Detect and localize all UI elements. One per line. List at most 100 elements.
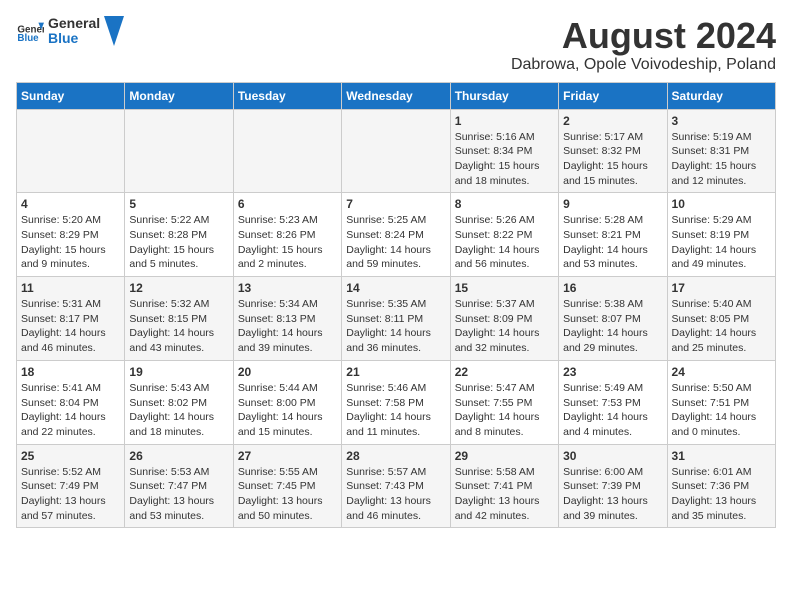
day-cell: 2 Sunrise: 5:17 AMSunset: 8:32 PMDaylight… bbox=[559, 109, 667, 193]
logo-general: General bbox=[48, 16, 100, 31]
day-info-line: Sunset: 8:09 PM bbox=[455, 312, 554, 327]
day-number: 25 bbox=[21, 449, 120, 463]
day-info-line: Sunset: 8:17 PM bbox=[21, 312, 120, 327]
day-info-line: Sunrise: 5:40 AM bbox=[672, 297, 771, 312]
day-number: 16 bbox=[563, 281, 662, 295]
day-info-line: Daylight: 14 hours and 59 minutes. bbox=[346, 243, 445, 272]
day-header-monday: Monday bbox=[125, 82, 233, 109]
day-info-line: Daylight: 14 hours and 56 minutes. bbox=[455, 243, 554, 272]
day-info: Sunrise: 5:58 AMSunset: 7:41 PMDaylight:… bbox=[455, 465, 554, 524]
day-info-line: Sunset: 7:36 PM bbox=[672, 479, 771, 494]
subtitle: Dabrowa, Opole Voivodeship, Poland bbox=[511, 56, 776, 74]
logo-triangle-icon bbox=[104, 16, 124, 46]
day-number: 19 bbox=[129, 365, 228, 379]
day-info-line: Sunrise: 5:41 AM bbox=[21, 381, 120, 396]
day-info-line: Sunrise: 5:17 AM bbox=[563, 130, 662, 145]
day-info: Sunrise: 6:00 AMSunset: 7:39 PMDaylight:… bbox=[563, 465, 662, 524]
day-info-line: Daylight: 14 hours and 4 minutes. bbox=[563, 410, 662, 439]
day-info-line: Sunset: 8:22 PM bbox=[455, 228, 554, 243]
day-info-line: Sunrise: 5:19 AM bbox=[672, 130, 771, 145]
day-info-line: Sunrise: 5:46 AM bbox=[346, 381, 445, 396]
day-info-line: Daylight: 14 hours and 46 minutes. bbox=[21, 326, 120, 355]
day-header-saturday: Saturday bbox=[667, 82, 775, 109]
day-info-line: Sunrise: 5:50 AM bbox=[672, 381, 771, 396]
day-info-line: Sunrise: 5:55 AM bbox=[238, 465, 337, 480]
day-info-line: Sunset: 8:04 PM bbox=[21, 396, 120, 411]
day-info-line: Sunrise: 5:25 AM bbox=[346, 213, 445, 228]
day-header-friday: Friday bbox=[559, 82, 667, 109]
day-cell bbox=[233, 109, 341, 193]
day-cell: 30Sunrise: 6:00 AMSunset: 7:39 PMDayligh… bbox=[559, 444, 667, 528]
day-header-thursday: Thursday bbox=[450, 82, 558, 109]
day-info-line: Sunset: 7:41 PM bbox=[455, 479, 554, 494]
day-number: 13 bbox=[238, 281, 337, 295]
day-info: Sunrise: 5:16 AMSunset: 8:34 PMDaylight:… bbox=[455, 130, 554, 189]
week-row-5: 25 Sunrise: 5:52 AMSunset: 7:49 PM Dayligh… bbox=[17, 444, 776, 528]
day-number: 23 bbox=[563, 365, 662, 379]
day-cell: 28Sunrise: 5:57 AMSunset: 7:43 PMDayligh… bbox=[342, 444, 450, 528]
day-info: Sunrise: 5:20 AMSunset: 8:29 PMDaylight:… bbox=[21, 213, 120, 272]
day-cell: 18Sunrise: 5:41 AMSunset: 8:04 PMDayligh… bbox=[17, 360, 125, 444]
day-cell: 3Sunrise: 5:19 AMSunset: 8:31 PMDaylight… bbox=[667, 109, 775, 193]
day-number: 14 bbox=[346, 281, 445, 295]
day-info: Sunrise: 5:23 AMSunset: 8:26 PMDaylight:… bbox=[238, 213, 337, 272]
day-cell: 25Sunrise: 5:52 AMSunset: 7:49 PMDayligh… bbox=[17, 444, 125, 528]
day-cell: 5Sunrise: 5:22 AMSunset: 8:28 PMDaylight… bbox=[125, 193, 233, 277]
day-info: Sunrise: 5:17 AMSunset: 8:32 PMDaylight:… bbox=[563, 130, 662, 189]
day-info-line: Sunset: 8:11 PM bbox=[346, 312, 445, 327]
day-info: Sunrise: 5:40 AMSunset: 8:05 PMDaylight:… bbox=[672, 297, 771, 356]
day-cell: 10Sunrise: 5:29 AMSunset: 8:19 PMDayligh… bbox=[667, 193, 775, 277]
day-info-line: Sunrise: 5:26 AM bbox=[455, 213, 554, 228]
day-cell: 21Sunrise: 5:46 AMSunset: 7:58 PMDayligh… bbox=[342, 360, 450, 444]
day-info-line: Sunset: 7:55 PM bbox=[455, 396, 554, 411]
header: General Blue General Blue August 2024 Da… bbox=[16, 16, 776, 74]
day-info-line: Daylight: 15 hours and 18 minutes. bbox=[455, 159, 554, 188]
day-number: 31 bbox=[672, 449, 771, 463]
day-info-line: Sunrise: 5:52 AM bbox=[21, 465, 120, 480]
day-cell: 22Sunrise: 5:47 AMSunset: 7:55 PMDayligh… bbox=[450, 360, 558, 444]
day-cell: 4Sunrise: 5:20 AMSunset: 8:29 PMDaylight… bbox=[17, 193, 125, 277]
day-info: Sunrise: 5:57 AMSunset: 7:43 PMDaylight:… bbox=[346, 465, 445, 524]
day-info-line: Sunrise: 5:34 AM bbox=[238, 297, 337, 312]
calendar-table: SundayMondayTuesdayWednesdayThursdayFrid… bbox=[16, 82, 776, 529]
day-info-line: Sunrise: 5:49 AM bbox=[563, 381, 662, 396]
week-row-2: 4Sunrise: 5:20 AMSunset: 8:29 PMDaylight… bbox=[17, 193, 776, 277]
day-info-line: Sunrise: 5:31 AM bbox=[21, 297, 120, 312]
day-info-line: Daylight: 14 hours and 0 minutes. bbox=[672, 410, 771, 439]
day-info-line: Sunset: 7:49 PM bbox=[21, 479, 120, 494]
day-info-line: Sunset: 8:29 PM bbox=[21, 228, 120, 243]
day-info-line: Daylight: 14 hours and 36 minutes. bbox=[346, 326, 445, 355]
day-info-line: Daylight: 15 hours and 9 minutes. bbox=[21, 243, 120, 272]
day-number: 3 bbox=[672, 114, 771, 128]
day-info-line: Daylight: 13 hours and 46 minutes. bbox=[346, 494, 445, 523]
day-info-line: Daylight: 14 hours and 22 minutes. bbox=[21, 410, 120, 439]
svg-text:Blue: Blue bbox=[17, 33, 39, 44]
day-info: Sunrise: 5:55 AMSunset: 7:45 PMDaylight:… bbox=[238, 465, 337, 524]
day-cell: 15Sunrise: 5:37 AMSunset: 8:09 PMDayligh… bbox=[450, 277, 558, 361]
day-info: Sunrise: 5:25 AMSunset: 8:24 PMDaylight:… bbox=[346, 213, 445, 272]
day-info: Sunrise: 5:44 AMSunset: 8:00 PMDaylight:… bbox=[238, 381, 337, 440]
day-cell: 26Sunrise: 5:53 AMSunset: 7:47 PMDayligh… bbox=[125, 444, 233, 528]
day-info-line: Daylight: 14 hours and 29 minutes. bbox=[563, 326, 662, 355]
day-number: 10 bbox=[672, 197, 771, 211]
day-info: Sunrise: 5:22 AMSunset: 8:28 PMDaylight:… bbox=[129, 213, 228, 272]
day-info-line: Daylight: 13 hours and 39 minutes. bbox=[563, 494, 662, 523]
day-number: 26 bbox=[129, 449, 228, 463]
day-info-line: Sunset: 8:34 PM bbox=[455, 144, 554, 159]
day-cell: 12Sunrise: 5:32 AMSunset: 8:15 PMDayligh… bbox=[125, 277, 233, 361]
logo-icon: General Blue bbox=[16, 17, 44, 45]
day-info: Sunrise: 5:41 AMSunset: 8:04 PMDaylight:… bbox=[21, 381, 120, 440]
day-cell: 17Sunrise: 5:40 AMSunset: 8:05 PMDayligh… bbox=[667, 277, 775, 361]
day-number: 11 bbox=[21, 281, 120, 295]
day-number: 24 bbox=[672, 365, 771, 379]
day-number: 20 bbox=[238, 365, 337, 379]
day-info-line: Sunset: 8:21 PM bbox=[563, 228, 662, 243]
day-info-line: Sunrise: 6:01 AM bbox=[672, 465, 771, 480]
day-number: 21 bbox=[346, 365, 445, 379]
day-info-line: Sunset: 8:02 PM bbox=[129, 396, 228, 411]
day-number: 2 bbox=[563, 114, 662, 128]
day-info-line: Daylight: 13 hours and 53 minutes. bbox=[129, 494, 228, 523]
day-info-line: Daylight: 14 hours and 39 minutes. bbox=[238, 326, 337, 355]
day-number: 9 bbox=[563, 197, 662, 211]
day-info-line: Sunset: 7:43 PM bbox=[346, 479, 445, 494]
